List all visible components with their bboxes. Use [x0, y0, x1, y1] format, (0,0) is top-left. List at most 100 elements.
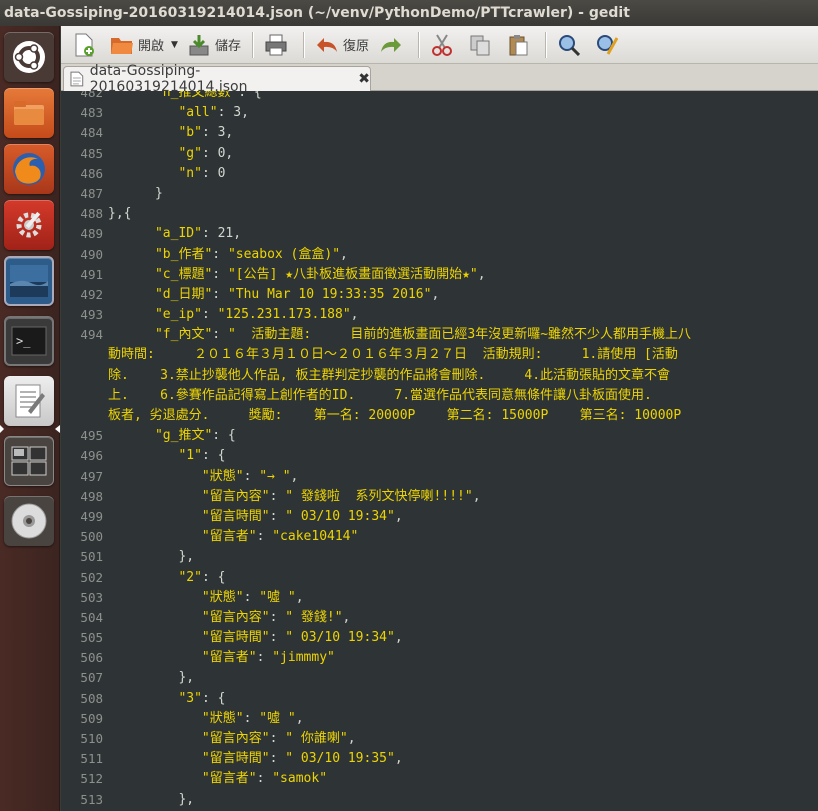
line-number: 502: [80, 569, 103, 585]
code-text: "留言者": "cake10414": [201, 529, 359, 545]
code-line: 511 "留言時間": " 03/10 19:35",: [80, 749, 818, 769]
code-text: "3": {: [178, 690, 226, 706]
undo-label: 復原: [342, 39, 369, 54]
close-tab-icon[interactable]: ✖: [358, 71, 370, 87]
save-label: 儲存: [214, 39, 241, 54]
save-button[interactable]: 儲存: [182, 30, 246, 60]
text-editor-icon[interactable]: [4, 376, 54, 426]
code-text: "留言內容": " 你誰喇",: [201, 731, 356, 746]
terminal-icon[interactable]: >_: [4, 316, 54, 366]
dvd-icon[interactable]: [4, 496, 54, 546]
code-text: 動時間: ２０１６年３月１０日～２０１６年３月２７日 活動規則: 1.請使用 […: [108, 347, 678, 363]
line-number: 485: [80, 145, 103, 161]
settings-icon[interactable]: [4, 200, 54, 250]
line-number: 508: [80, 690, 103, 706]
open-folder-icon: [110, 33, 134, 57]
open-recent-dropdown-icon[interactable]: ▼: [171, 40, 178, 50]
code-line: 510 "留言內容": " 你誰喇",: [80, 729, 818, 749]
code-view[interactable]: 482 "h_推文總數": {483 "all": 3, 484 "b": 3, 4…: [80, 91, 818, 810]
ubuntu-dash-icon[interactable]: [4, 32, 54, 82]
line-number: 509: [80, 710, 103, 726]
code-line: 除. 3.禁止抄襲他人作品, 板主群判定抄襲的作品將會刪除. 4.此活動張貼的文…: [108, 366, 818, 386]
line-number: 499: [80, 508, 103, 524]
code-text: 上. 6.參賽作品記得寫上創作者的ID. 7.當選作品代表同意無條件讓八卦板面使…: [108, 387, 652, 403]
code-text: "留言者": "jimmmy": [201, 650, 335, 666]
code-line: 499 "留言時間": " 03/10 19:34",: [80, 507, 818, 527]
code-text: "e_ip": "125.231.173.188",: [154, 307, 359, 323]
find-button[interactable]: [552, 30, 590, 60]
code-line: 492 "d_日期": "Thu Mar 10 19:33:35 2016",: [80, 285, 818, 305]
open-label: 開啟: [138, 39, 165, 54]
line-number: 497: [80, 468, 103, 484]
line-number: 491: [80, 266, 103, 282]
unity-launcher: >_: [0, 26, 60, 811]
line-number: 511: [80, 751, 103, 767]
workspace-switcher-icon[interactable]: [4, 436, 54, 486]
code-line: 504 "留言內容": " 發錢!",: [80, 608, 818, 628]
code-line: 496 "1": {: [80, 446, 818, 466]
code-line: 500 "留言者": "cake10414": [80, 527, 818, 547]
code-text: "c_標題": "[公告] ★八卦板進板畫面徵選活動開始★",: [154, 266, 486, 282]
paste-button[interactable]: [501, 30, 539, 60]
svg-text:>_: >_: [16, 334, 31, 348]
code-text: "留言內容": " 發錢!",: [201, 609, 351, 625]
code-line: 484 "b": 3,: [80, 123, 818, 143]
image-viewer-icon[interactable]: [4, 256, 54, 306]
line-number: 490: [80, 246, 103, 262]
firefox-icon[interactable]: [4, 144, 54, 194]
code-line: 507 },: [80, 668, 818, 688]
line-number: 492: [80, 286, 103, 302]
code-line: 503 "狀態": "噓 ",: [80, 588, 818, 608]
open-button[interactable]: 開啟: [105, 30, 169, 60]
files-icon[interactable]: [4, 88, 54, 138]
code-line: 487 }: [80, 184, 818, 204]
code-line: 486 "n": 0: [80, 164, 818, 184]
line-number: 487: [80, 185, 103, 201]
code-text: "a_ID": 21,: [154, 226, 242, 242]
code-line: 494 "f_內文": " 活動主題: 目前的進板畫面已經3年沒更新囉~雖然不少…: [80, 325, 818, 345]
scissors-icon: [430, 33, 454, 57]
print-button[interactable]: [259, 30, 297, 60]
code-text: },: [108, 791, 195, 807]
undo-button[interactable]: 復原: [310, 30, 374, 60]
text-editor-area[interactable]: 482 "h_推文總數": {483 "all": 3, 484 "b": 3, 4…: [61, 91, 818, 811]
active-window-indicator: [55, 425, 60, 433]
code-text: "狀態": "噓 ",: [201, 710, 304, 726]
code-line: 489 "a_ID": 21,: [80, 224, 818, 244]
code-line: 506 "留言者": "jimmmy": [80, 648, 818, 668]
code-text: "2": {: [178, 569, 226, 585]
redo-arrow-icon: [379, 33, 403, 57]
line-number: 512: [80, 771, 103, 787]
line-number: 506: [80, 650, 103, 666]
copy-button[interactable]: [463, 30, 501, 60]
cut-button[interactable]: [425, 30, 463, 60]
line-number: 484: [80, 125, 103, 141]
code-text: "all": 3,: [178, 105, 249, 121]
toolbar-separator: [251, 31, 253, 58]
new-document-button[interactable]: [67, 30, 105, 60]
document-tab-bar: data-Gossiping-20160319214014.json ✖: [61, 63, 818, 95]
code-text: "b_作者": "seabox (盒盒)",: [154, 246, 348, 262]
code-line: 497 "狀態": "→ ",: [80, 467, 818, 487]
line-number: 504: [80, 609, 103, 625]
line-number: 495: [80, 428, 103, 444]
find-replace-button[interactable]: [590, 30, 628, 60]
code-text: "f_內文": " 活動主題: 目前的進板畫面已經3年沒更新囉~雖然不少人都用手…: [154, 327, 692, 343]
line-number: 489: [80, 226, 103, 242]
code-text: "n": 0: [178, 165, 226, 181]
line-number: 482: [80, 91, 103, 100]
code-line: 上. 6.參賽作品記得寫上創作者的ID. 7.當選作品代表同意無條件讓八卦板面使…: [108, 386, 818, 406]
code-text: "d_日期": "Thu Mar 10 19:33:35 2016",: [154, 286, 440, 302]
toolbar-separator: [417, 31, 419, 58]
code-line: 501 },: [80, 547, 818, 567]
line-number: 488: [80, 206, 103, 222]
code-text: "1": {: [178, 448, 226, 464]
line-number: 505: [80, 630, 103, 646]
redo-button[interactable]: [374, 30, 412, 60]
document-tab[interactable]: data-Gossiping-20160319214014.json ✖: [63, 63, 371, 95]
code-line: 495 "g_推文": {: [80, 426, 818, 446]
code-line: 488},{: [80, 204, 818, 224]
line-number: 493: [80, 307, 103, 323]
line-number: 500: [80, 529, 103, 545]
code-text: "g": 0,: [178, 145, 234, 161]
